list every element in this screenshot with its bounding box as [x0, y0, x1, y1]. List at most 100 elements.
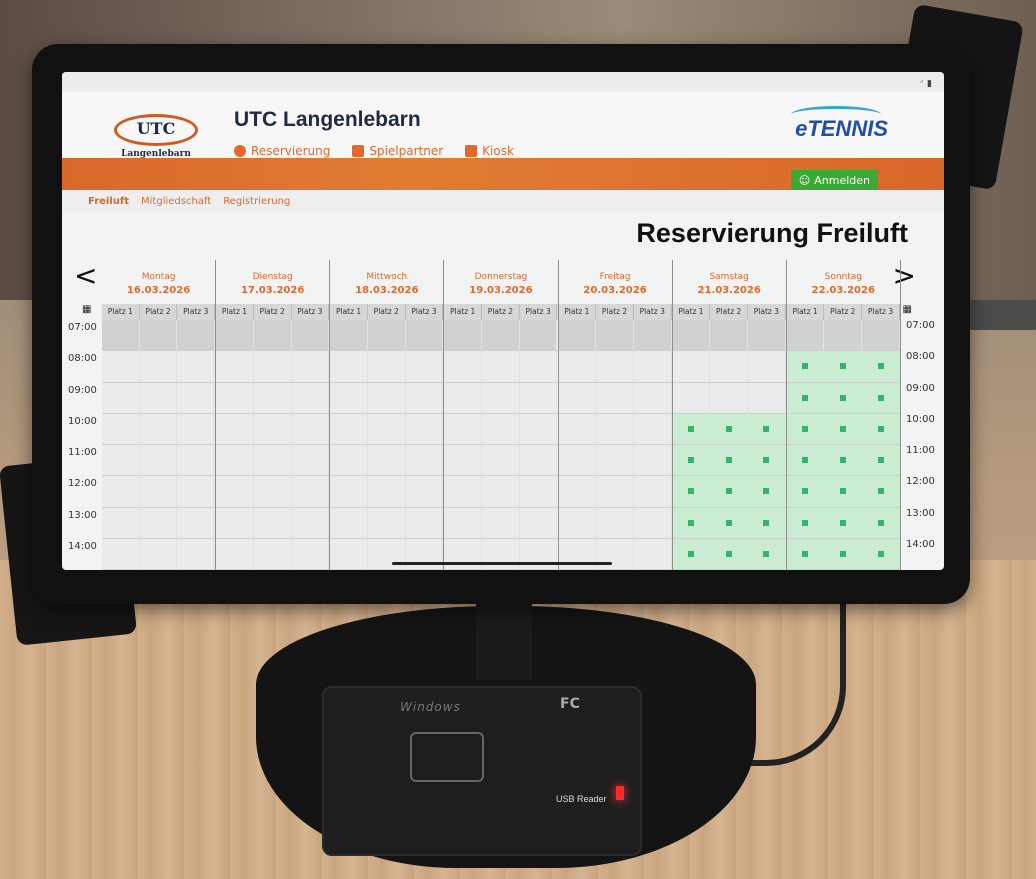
nav-item-kiosk[interactable]: Kiosk	[465, 144, 514, 158]
free-slot-cell[interactable]	[862, 476, 900, 507]
time-slot-row	[786, 382, 900, 414]
free-slot-cell[interactable]	[786, 538, 825, 569]
time-slot-row	[786, 413, 900, 445]
slot-cell	[748, 351, 786, 382]
free-slot-cell[interactable]	[824, 538, 863, 569]
free-slot-cell[interactable]	[710, 507, 749, 538]
time-slot-row	[444, 351, 558, 383]
court-label: Platz 3	[634, 304, 672, 320]
slot-cell	[330, 538, 368, 569]
court-label: Platz 3	[748, 304, 786, 320]
time-label: 09:00	[68, 384, 97, 396]
free-slot-cell[interactable]	[748, 445, 786, 476]
time-slot-row	[216, 507, 330, 539]
free-slot-cell[interactable]	[748, 507, 786, 538]
free-slot-cell[interactable]	[862, 413, 900, 444]
slot-cell	[177, 351, 216, 382]
free-slot-cell[interactable]	[672, 413, 711, 444]
free-slot-cell[interactable]	[862, 382, 900, 413]
slot-cell	[710, 351, 749, 382]
slot-cell	[139, 320, 178, 351]
calendar-icon[interactable]: ▦	[82, 304, 91, 315]
free-slot-cell[interactable]	[786, 476, 825, 507]
free-slot-cell[interactable]	[672, 476, 711, 507]
free-slot-cell[interactable]	[824, 507, 863, 538]
slot-cell	[558, 445, 597, 476]
subnav-registrierung[interactable]: Registrierung	[223, 196, 290, 207]
day-column	[786, 320, 901, 570]
slot-cell	[216, 476, 254, 507]
slot-cell	[405, 476, 444, 507]
slot-cell	[102, 320, 140, 351]
slot-cell	[519, 382, 558, 413]
slot-cell	[558, 476, 597, 507]
free-slot-cell[interactable]	[672, 445, 711, 476]
slot-cell	[405, 382, 444, 413]
day-date: 18.03.2026	[355, 285, 419, 296]
slot-cell	[596, 413, 634, 444]
slot-cell	[633, 382, 672, 413]
free-slot-cell[interactable]	[786, 413, 825, 444]
day-header: Freitag 20.03.2026 Platz 1 Platz 2 Platz 3	[558, 260, 673, 320]
free-slot-cell[interactable]	[748, 538, 786, 569]
time-slot-row	[216, 320, 330, 352]
time-slot-row	[330, 413, 444, 445]
free-slot-cell[interactable]	[862, 538, 900, 569]
subnav-freiluft[interactable]: Freiluft	[88, 196, 129, 207]
gesture-home-bar	[392, 562, 612, 565]
free-slot-cell[interactable]	[824, 351, 863, 382]
free-slot-cell[interactable]	[672, 507, 711, 538]
free-slot-cell[interactable]	[862, 507, 900, 538]
slot-cell	[367, 507, 406, 538]
slot-cell	[139, 476, 178, 507]
free-slot-cell[interactable]	[710, 413, 749, 444]
free-slot-cell[interactable]	[748, 476, 786, 507]
free-slot-cell[interactable]	[824, 476, 863, 507]
clock-icon	[234, 145, 246, 157]
court-label: Platz 2	[254, 304, 292, 320]
day-column	[330, 320, 445, 570]
free-slot-cell[interactable]	[786, 351, 825, 382]
free-slot-cell[interactable]	[786, 382, 825, 413]
time-slot-row	[444, 320, 558, 352]
slot-cell	[253, 538, 292, 569]
slot-cell	[291, 445, 330, 476]
day-name: Sonntag	[824, 272, 862, 282]
slot-cell	[139, 351, 178, 382]
slot-cell	[102, 538, 140, 569]
slot-cell	[291, 507, 330, 538]
free-slot-cell[interactable]	[824, 445, 863, 476]
free-slot-cell[interactable]	[786, 445, 825, 476]
contactless-card-icon	[410, 732, 484, 782]
free-slot-cell[interactable]	[748, 413, 786, 444]
free-slot-cell[interactable]	[862, 351, 900, 382]
login-button[interactable]: ☺ Anmelden	[790, 170, 878, 190]
time-slot-row	[444, 507, 558, 539]
slot-cell	[482, 445, 520, 476]
day-header: Sonntag 22.03.2026 Platz 1 Platz 2 Platz 3	[786, 260, 901, 320]
slot-cell	[558, 382, 597, 413]
time-slot-row	[558, 320, 672, 352]
calendar-icon[interactable]: ▦	[903, 304, 912, 315]
nav-item-reservierung[interactable]: Reservierung	[234, 144, 330, 158]
subnav-mitgliedschaft[interactable]: Mitgliedschaft	[141, 196, 211, 207]
free-slot-cell[interactable]	[824, 382, 863, 413]
slot-cell	[216, 382, 254, 413]
court-label: Platz 1	[559, 304, 597, 320]
free-slot-cell[interactable]	[824, 413, 863, 444]
free-slot-cell[interactable]	[710, 445, 749, 476]
free-slot-cell[interactable]	[672, 538, 711, 569]
free-slot-cell[interactable]	[786, 507, 825, 538]
time-slot-row	[672, 538, 786, 570]
slot-cell	[482, 351, 520, 382]
slot-cell	[291, 413, 330, 444]
free-slot-cell[interactable]	[710, 538, 749, 569]
free-slot-cell[interactable]	[710, 476, 749, 507]
time-slot-row	[330, 382, 444, 414]
club-logo[interactable]: UTC Langenlebarn	[108, 114, 204, 162]
time-slot-row	[786, 320, 900, 352]
free-slot-cell[interactable]	[862, 445, 900, 476]
nav-item-spielpartner[interactable]: Spielpartner	[352, 144, 443, 158]
prev-week-button[interactable]: <	[74, 262, 97, 290]
day-name: Donnerstag	[474, 272, 528, 282]
